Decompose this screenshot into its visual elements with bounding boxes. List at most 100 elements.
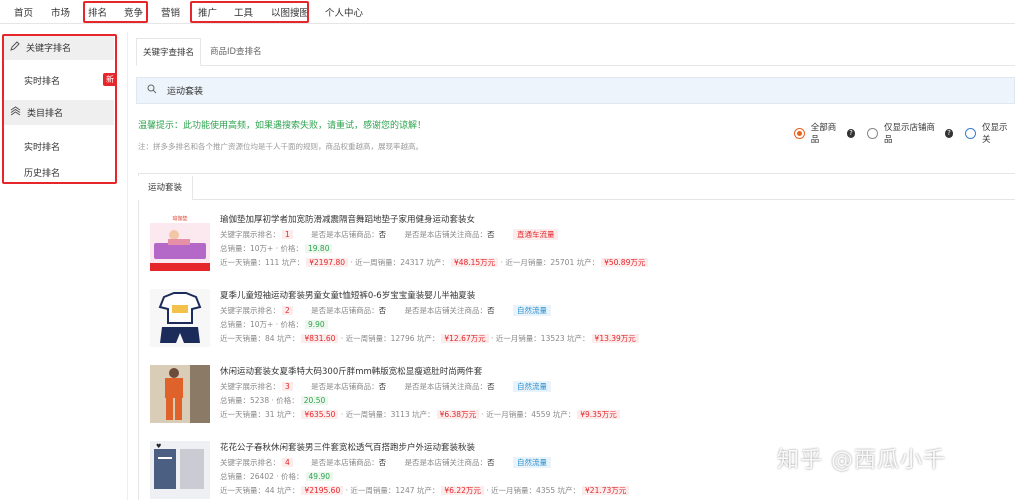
week-output-value: ¥6.22万元 <box>441 486 484 495</box>
help-icon[interactable]: ? <box>846 128 856 138</box>
tab-keyword-query[interactable]: 关键字查排名 <box>136 38 202 66</box>
product-title[interactable]: 休闲运动套装女夏季特大码300斤胖mm韩版宽松显瘦遮肚时尚两件套 <box>220 365 482 377</box>
product-thumbnail[interactable] <box>150 365 210 423</box>
week-sales-value: 12796 <box>390 334 415 343</box>
is-store-label: 是否是本店铺商品： <box>311 382 379 391</box>
month-sales-label: · 近一月销量： <box>491 334 541 343</box>
product-meta-row: 关键字展示排名： 2 是否是本店铺商品：否 是否是本店铺关注商品：否 自然流量 <box>220 305 551 316</box>
product-sales-row: 近一天销量：31 坑产： ¥635.50 · 近一周销量：3113 坑产： ¥6.3… <box>220 409 620 420</box>
product-title[interactable]: 瑜伽垫加厚初学者加宽防滑减震隔音舞蹈地垫子家用健身运动套装女 <box>220 213 475 225</box>
list-item[interactable]: 夏季儿童短袖运动套装男童女童t恤短裤0-6岁宝宝童装婴儿半袖夏装 关键字展示排名… <box>150 289 710 351</box>
day-sales-label: 近一天销量： <box>220 258 265 267</box>
nav-marketing[interactable]: 营销 <box>161 5 180 19</box>
month-sales-value: 4559 <box>531 410 551 419</box>
radio-follow-label: 仅显示关 <box>982 123 1008 145</box>
nav-personal-center[interactable]: 个人中心 <box>325 5 363 19</box>
month-output-value: ¥50.89万元 <box>601 258 649 267</box>
nav-market[interactable]: 市场 <box>51 5 70 19</box>
list-item[interactable]: 瑜伽垫 瑜伽垫加厚初学者加宽防滑减震隔音舞蹈地垫子家用健身运动套装女 关键字展示… <box>150 213 710 275</box>
price-value: 19.80 <box>305 244 333 253</box>
radio-all-products[interactable] <box>794 127 805 139</box>
product-meta-row: 关键字展示排名： 4 是否是本店铺商品：否 是否是本店铺关注商品：否 自然流量 <box>220 457 551 468</box>
is-follow-label: 是否是本店铺关注商品： <box>404 230 488 239</box>
product-title[interactable]: 夏季儿童短袖运动套装男童女童t恤短裤0-6岁宝宝童装婴儿半袖夏装 <box>220 289 475 301</box>
price-value: 20.50 <box>300 396 329 405</box>
result-tabbar: 运动套装 <box>138 176 1015 200</box>
output-label: 坑产： <box>416 334 440 343</box>
radio-store-only[interactable] <box>867 127 879 139</box>
traffic-tag: 直通车流量 <box>512 229 559 240</box>
radio-follow-only[interactable] <box>965 127 977 139</box>
month-output-value: ¥21.73万元 <box>582 486 630 495</box>
price-label: · 价格： <box>271 396 299 405</box>
total-sales-value: 5238 <box>250 396 270 405</box>
week-sales-label: · 近一周销量： <box>340 334 391 343</box>
total-sales-label: 总销量： <box>220 396 250 405</box>
month-sales-value: 4355 <box>536 486 556 495</box>
rank-value: 3 <box>282 382 293 391</box>
is-follow-label: 是否是本店铺关注商品： <box>404 382 488 391</box>
rank-label: 关键字展示排名： <box>220 458 280 467</box>
month-output-value: ¥9.35万元 <box>577 410 620 419</box>
week-sales-value: 24317 <box>400 258 425 267</box>
traffic-tag: 自然流量 <box>512 381 551 392</box>
total-sales-label: 总销量： <box>220 244 250 253</box>
highlight-box-tools <box>190 1 309 23</box>
month-output-value: ¥13.39万元 <box>591 334 639 343</box>
week-sales-value: 3113 <box>390 410 410 419</box>
traffic-tag: 自然流量 <box>512 457 551 468</box>
tab-id-query[interactable]: 商品ID查排名 <box>204 38 268 66</box>
nav-home[interactable]: 首页 <box>14 5 33 19</box>
output-label: 坑产： <box>557 486 581 495</box>
is-follow-value: 否 <box>487 230 495 239</box>
is-follow-value: 否 <box>487 306 495 315</box>
search-input[interactable] <box>167 85 287 96</box>
help-icon[interactable]: ? <box>944 128 954 138</box>
product-title[interactable]: 花花公子春秋休闲套装男三件套宽松透气百搭跑步户外运动套装秋装 <box>220 441 475 453</box>
product-filter: 全部商品 ? 仅显示店铺商品 ? 仅显示关 <box>794 121 1015 145</box>
output-label: 坑产： <box>412 410 435 419</box>
output-label: 坑产： <box>416 486 440 495</box>
day-sales-label: 近一天销量： <box>220 410 265 419</box>
highlight-box-ranking <box>83 1 148 23</box>
rank-value: 4 <box>282 458 293 467</box>
output-label: 坑产： <box>426 258 449 267</box>
total-sales-value: 26402 <box>250 472 274 481</box>
product-thumbnail[interactable]: 瑜伽垫 <box>150 213 210 271</box>
day-sales-value: 84 <box>265 334 275 343</box>
total-sales-label: 总销量： <box>220 472 250 481</box>
list-item[interactable]: 休闲运动套装女夏季特大码300斤胖mm韩版宽松显瘦遮肚时尚两件套 关键字展示排名… <box>150 365 710 427</box>
day-sales-label: 近一天销量： <box>220 334 265 343</box>
price-value: 49.90 <box>305 472 334 481</box>
result-tab-keyword[interactable]: 运动套装 <box>138 176 194 200</box>
price-label: · 价格： <box>275 320 303 329</box>
rank-label: 关键字展示排名： <box>220 306 280 315</box>
day-sales-value: 44 <box>265 486 275 495</box>
month-sales-label: · 近一月销量： <box>481 410 532 419</box>
is-follow-value: 否 <box>487 382 495 391</box>
product-sales-row: 近一天销量：44 坑产： ¥2195.60 · 近一周销量：1247 坑产： ¥6.… <box>220 485 630 496</box>
day-output-value: ¥831.60 <box>301 334 339 343</box>
day-output-value: ¥2195.60 <box>301 486 344 495</box>
product-meta-row: 关键字展示排名： 3 是否是本店铺商品：否 是否是本店铺关注商品：否 自然流量 <box>220 381 551 392</box>
day-sales-value: 31 <box>265 410 275 419</box>
svg-text:瑜伽垫: 瑜伽垫 <box>172 215 187 222</box>
product-thumbnail[interactable] <box>150 289 210 347</box>
output-label: 坑产： <box>552 410 576 419</box>
search-icon <box>147 84 157 97</box>
output-label: 坑产： <box>576 258 600 267</box>
is-follow-value: 否 <box>487 458 495 467</box>
list-item[interactable]: ♥ 花花公子春秋休闲套装男三件套宽松透气百搭跑步户外运动套装秋装 关键字展示排名… <box>150 441 710 500</box>
is-store-label: 是否是本店铺商品： <box>311 458 379 467</box>
is-store-value: 否 <box>378 458 387 467</box>
day-sales-label: 近一天销量： <box>220 486 265 495</box>
product-price-row: 总销量：5238 · 价格： 20.50 <box>220 395 329 406</box>
product-thumbnail[interactable]: ♥ <box>150 441 210 499</box>
month-sales-value: 13523 <box>540 334 565 343</box>
week-output-value: ¥48.15万元 <box>450 258 499 267</box>
day-sales-value: 111 <box>265 258 280 267</box>
svg-text:♥: ♥ <box>156 443 161 450</box>
rank-value: 2 <box>282 306 293 315</box>
product-sales-row: 近一天销量：84 坑产： ¥831.60 · 近一周销量：12796 坑产： ¥12… <box>220 333 639 344</box>
total-sales-label: 总销量： <box>220 320 250 329</box>
